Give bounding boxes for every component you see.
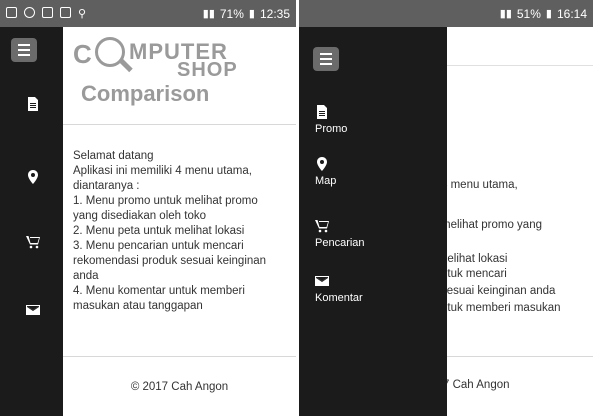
battery-icon: ▮ bbox=[248, 8, 255, 20]
status-bar: ▮▮ 51% ▮ 16:14 bbox=[299, 0, 593, 27]
sidebar-item-map[interactable]: Map bbox=[315, 157, 336, 187]
sidebar-expanded: Promo Map Pencarian Komentar bbox=[299, 27, 447, 416]
cart-icon[interactable] bbox=[26, 235, 40, 249]
text-fragment: ntuk mencari bbox=[447, 268, 507, 280]
document-icon[interactable] bbox=[26, 97, 40, 111]
app-logo: C MPUTER SHOP Comparison bbox=[73, 37, 238, 106]
sidebar-item-pencarian[interactable]: Pencarian bbox=[315, 219, 365, 249]
text-fragment: 4 menu utama, bbox=[447, 179, 518, 191]
menu-toggle-button[interactable] bbox=[313, 47, 339, 71]
clock: 12:35 bbox=[259, 6, 290, 21]
sidebar-item-komentar[interactable]: Komentar bbox=[315, 274, 363, 304]
cart-icon bbox=[315, 220, 329, 233]
envelope-icon[interactable] bbox=[26, 303, 40, 317]
battery-level: 51% bbox=[516, 6, 541, 21]
sidebar-collapsed bbox=[0, 27, 63, 416]
text-fragment: sesuai keinginan anda bbox=[447, 285, 556, 297]
map-marker-icon[interactable] bbox=[26, 170, 40, 184]
phone-screen-collapsed: ⚲ ▮▮ 71% ▮ 12:35 C MPUTER SHOP Compariso… bbox=[0, 0, 296, 416]
text-fragment: ntuk memberi masukan bbox=[447, 302, 561, 314]
header: C MPUTER SHOP Comparison bbox=[63, 27, 296, 125]
signal-icon: ▮▮ bbox=[499, 8, 512, 20]
notification-icons: ⚲ bbox=[0, 7, 86, 20]
main-content: C MPUTER SHOP Comparison Selamat datang … bbox=[63, 27, 296, 416]
sidebar-item-promo[interactable]: Promo bbox=[315, 105, 347, 135]
notification-icon bbox=[24, 7, 35, 18]
notification-icon bbox=[42, 7, 53, 18]
notification-icon bbox=[60, 7, 71, 18]
text-fragment: nelihat lokasi bbox=[447, 253, 508, 265]
battery-level: 71% bbox=[219, 6, 244, 21]
copyright-text: © 2017 Cah Angon bbox=[130, 380, 229, 393]
clock: 16:14 bbox=[556, 6, 587, 21]
copyright-text: 7 Cah Angon bbox=[447, 379, 510, 391]
welcome-text: Selamat datang Aplikasi ini memiliki 4 m… bbox=[73, 150, 267, 312]
phone-screen-expanded: ▮▮ 51% ▮ 16:14 Promo Map Pencarian Komen… bbox=[299, 0, 593, 416]
usb-icon: ⚲ bbox=[78, 8, 87, 20]
text-fragment: melihat promo yang bbox=[447, 219, 542, 231]
notification-icon bbox=[6, 7, 17, 18]
signal-icon: ▮▮ bbox=[202, 8, 215, 20]
footer: 7 Cah Angon bbox=[447, 356, 593, 416]
envelope-icon bbox=[315, 276, 329, 286]
footer: © 2017 Cah Angon bbox=[63, 356, 296, 416]
status-bar: ⚲ ▮▮ 71% ▮ 12:35 bbox=[0, 0, 296, 27]
document-icon bbox=[317, 105, 327, 119]
map-marker-icon bbox=[317, 157, 327, 171]
menu-toggle-button[interactable] bbox=[11, 38, 37, 62]
main-content-behind-drawer: 4 menu utama, melihat promo yang nelihat… bbox=[447, 27, 593, 416]
battery-icon: ▮ bbox=[545, 8, 552, 20]
